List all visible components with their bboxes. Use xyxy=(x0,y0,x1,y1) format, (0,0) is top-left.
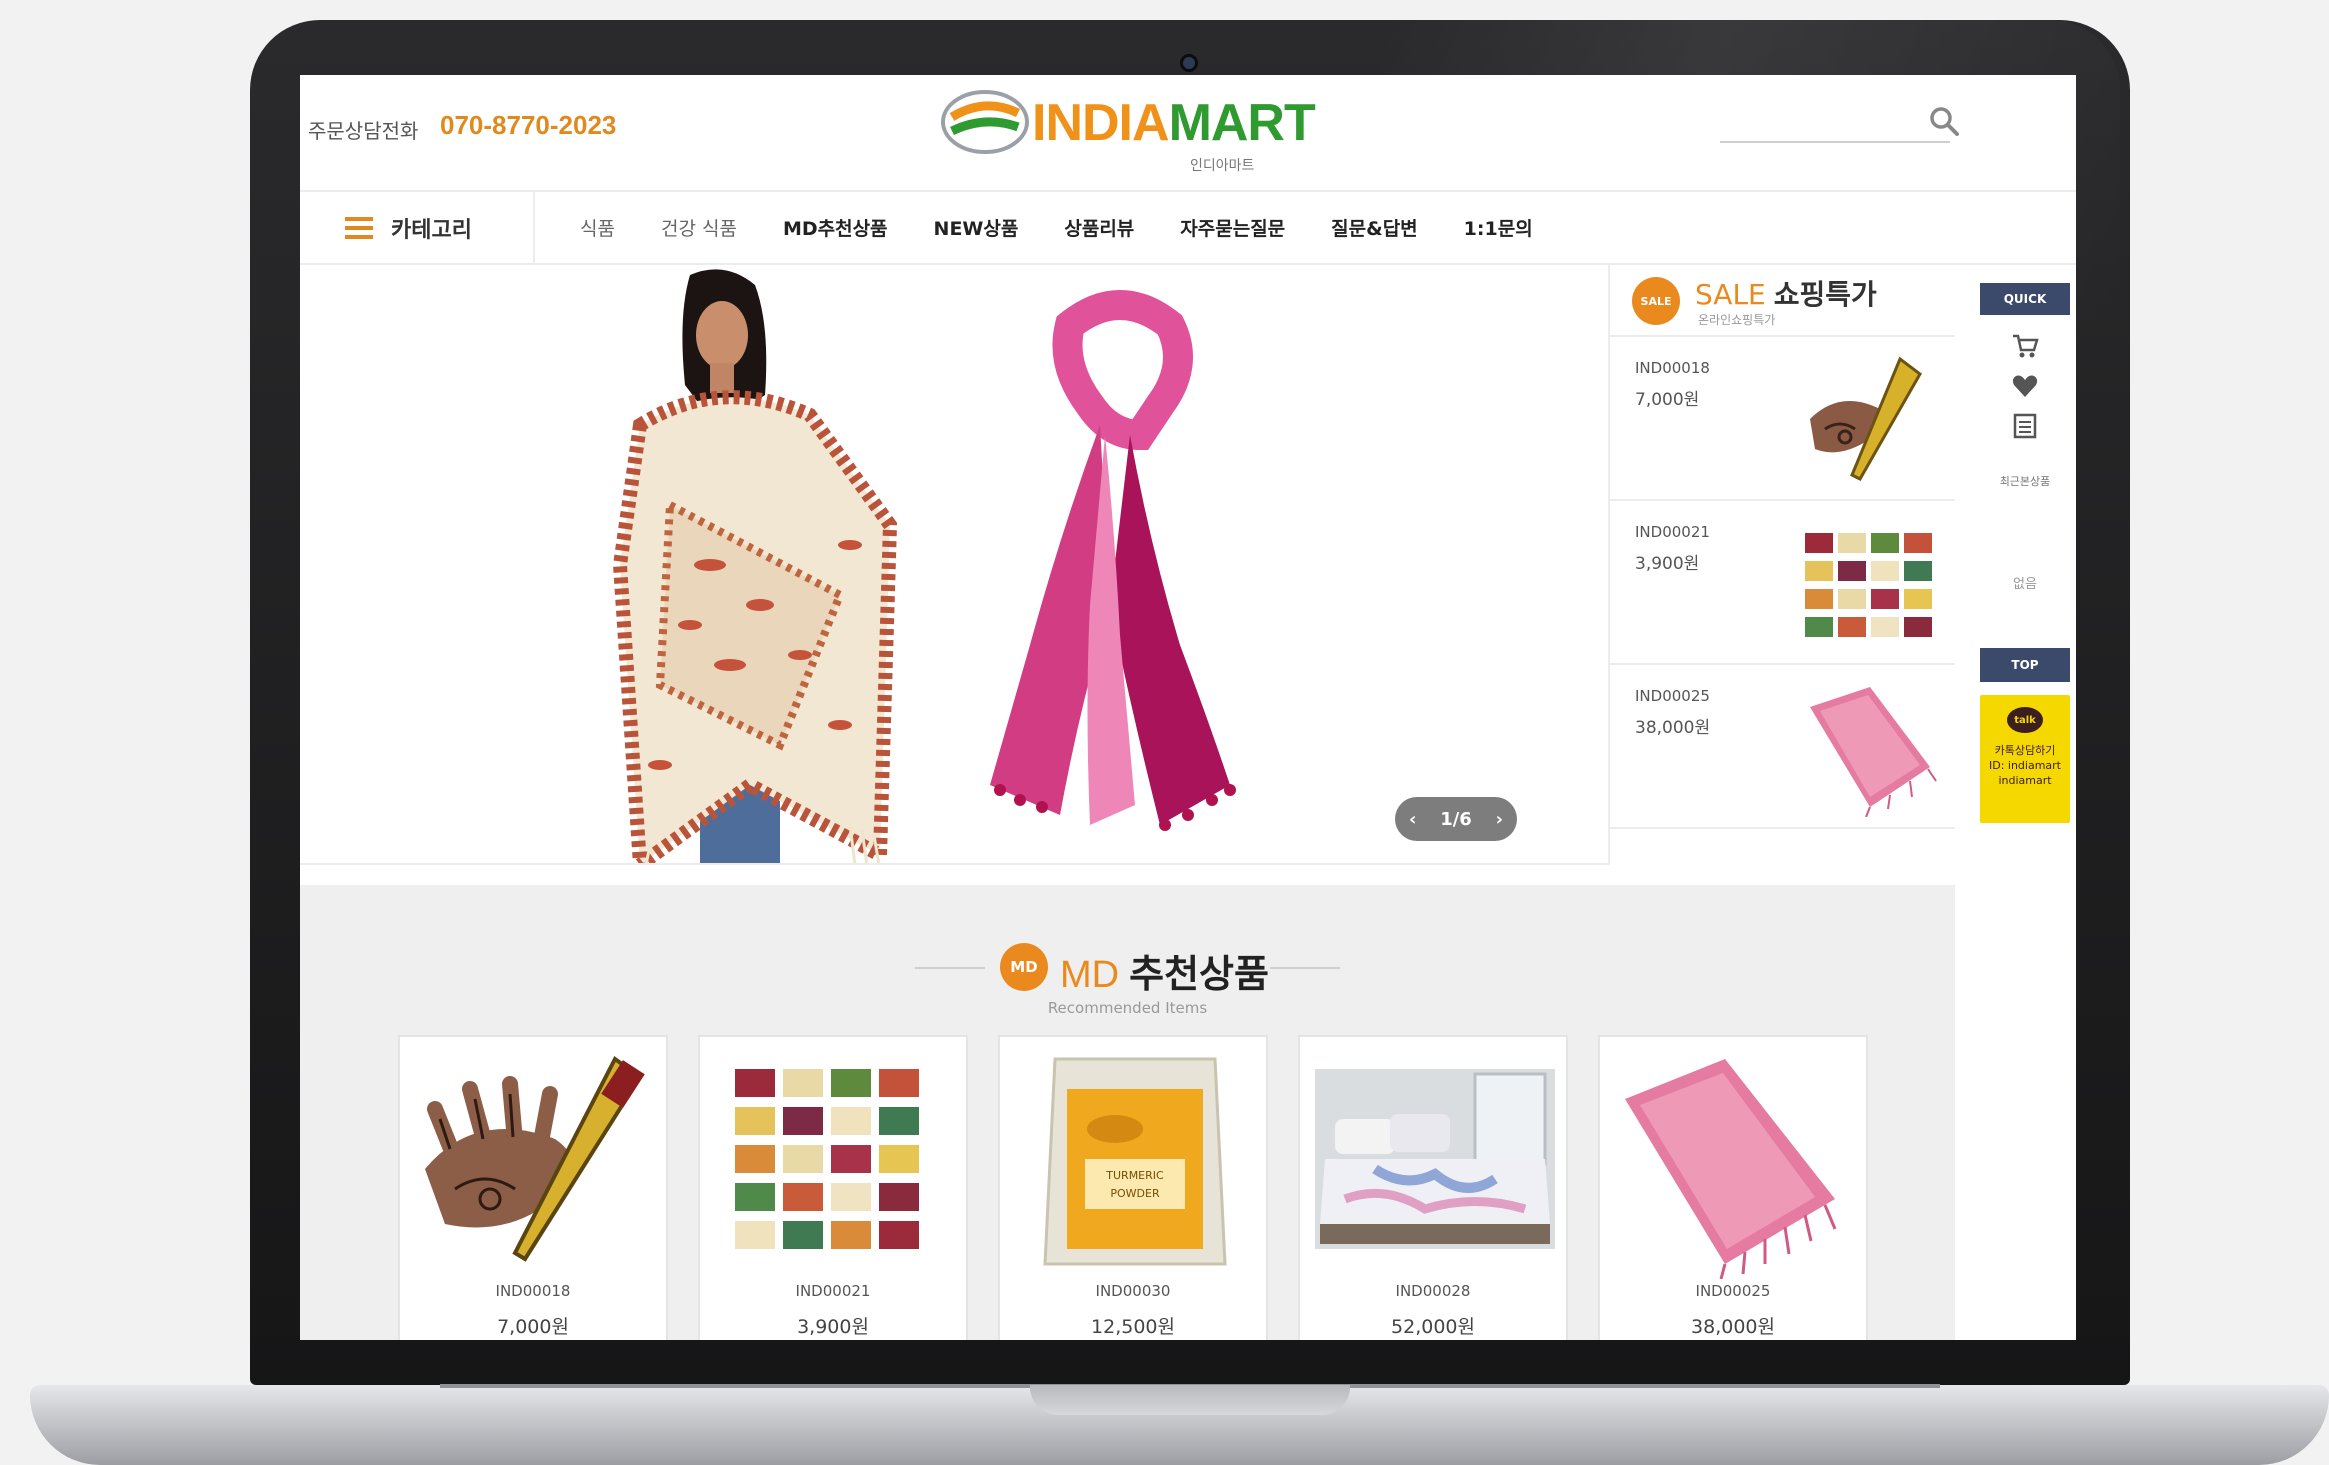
nav-item-qna[interactable]: 질문&답변 xyxy=(1331,214,1418,241)
sale-item[interactable]: IND00021 3,900원 xyxy=(1610,503,1955,665)
phone-number[interactable]: 070-8770-2023 xyxy=(440,110,616,141)
nav-item-inquiry[interactable]: 1:1문의 xyxy=(1464,214,1533,241)
hamburger-icon xyxy=(345,216,373,239)
turmeric-powder-icon: TURMERIC POWDER xyxy=(1043,1057,1227,1266)
shawl-model-image xyxy=(612,269,898,863)
product-card[interactable]: IND00025 38,000원 xyxy=(1598,1035,1868,1340)
sale-title-en: SALE xyxy=(1695,278,1766,311)
slider-page-indicator: 1/6 xyxy=(1440,808,1472,830)
phone-label: 주문상담전화 xyxy=(308,119,419,143)
slider-pager: ‹ 1/6 › xyxy=(1395,797,1517,841)
henna-cone-icon xyxy=(425,1056,645,1262)
md-recommend-section: MD MD 추천상품 Recommended Items IND00018 7,0… xyxy=(300,885,1955,1340)
sale-subtitle: 온라인쇼핑특가 xyxy=(1698,313,1776,327)
nav-item-food[interactable]: 식품 xyxy=(580,214,615,241)
nav-item-faq[interactable]: 자주묻는질문 xyxy=(1180,214,1285,241)
kakao-chat-button[interactable]: talk 카톡상담하기 ID: indiamart indiamart xyxy=(1980,695,2070,823)
recent-items-empty: 없음 xyxy=(2013,577,2037,592)
nav-item-health-food[interactable]: 건강 식품 xyxy=(661,214,737,241)
sale-panel: SALE SALE 쇼핑특가 온라인쇼핑특가 IND00018 7,000원 IN… xyxy=(1610,265,1955,830)
recent-items-label: 최근본상품 xyxy=(1999,475,2051,488)
soap-bars-icon xyxy=(735,1069,919,1249)
sale-badge: SALE xyxy=(1632,277,1680,325)
logo-text-mart: MART xyxy=(1168,94,1316,152)
product-card[interactable]: IND00028 52,000원 xyxy=(1298,1035,1568,1340)
product-card[interactable]: IND00021 3,900원 xyxy=(698,1035,968,1340)
quick-menu: QUICK 최근본상품 없음 TOP talk 카톡상담하기 ID: india… xyxy=(1980,283,2070,823)
search-input[interactable] xyxy=(1720,141,1950,143)
product-price: 12,500원 xyxy=(1091,1316,1175,1338)
svg-text:POWDER: POWDER xyxy=(1110,1187,1160,1200)
pink-scarf-image xyxy=(990,290,1236,831)
quick-menu-header: QUICK xyxy=(1980,283,2070,315)
nav-item-reviews[interactable]: 상품리뷰 xyxy=(1064,214,1134,241)
search-icon[interactable] xyxy=(1928,105,1960,137)
order-list-icon[interactable] xyxy=(2010,411,2040,441)
logo-emblem-icon xyxy=(941,90,1029,154)
sale-item[interactable]: IND00025 38,000원 xyxy=(1610,667,1955,829)
product-code: IND00030 xyxy=(1095,1282,1171,1300)
product-code: IND00028 xyxy=(1395,1282,1471,1300)
hero-banner[interactable]: ‹ 1/6 › xyxy=(300,265,1610,865)
scroll-top-button[interactable]: TOP xyxy=(1980,648,2070,682)
pink-shawl-icon xyxy=(1625,1059,1837,1279)
sale-item-price: 38,000원 xyxy=(1635,718,1711,738)
nav-item-md-picks[interactable]: MD추천상품 xyxy=(783,214,888,241)
product-code: IND00018 xyxy=(495,1282,571,1300)
kakao-line-3: indiamart xyxy=(1998,774,2052,787)
sale-item-price: 7,000원 xyxy=(1635,390,1700,410)
sale-item-code: IND00021 xyxy=(1635,523,1710,541)
product-code: IND00021 xyxy=(795,1282,871,1300)
title-rule-left xyxy=(915,967,985,969)
title-rule-right xyxy=(1270,967,1340,969)
main-nav: 카테고리 식품 건강 식품 MD추천상품 NEW상품 상품리뷰 자주묻는질문 질… xyxy=(300,190,2076,265)
base-notch xyxy=(1030,1385,1350,1415)
logo-text: INDIAMART xyxy=(1032,93,1316,153)
screen: 주문상담전화 070-8770-2023 INDIAMART 인디아마트 카테고… xyxy=(300,75,2076,1340)
cart-icon[interactable] xyxy=(2010,331,2040,361)
category-label: 카테고리 xyxy=(391,217,472,243)
svg-text:TURMERIC: TURMERIC xyxy=(1105,1169,1164,1182)
nav-items: 식품 건강 식품 MD추천상품 NEW상품 상품리뷰 자주묻는질문 질문&답변 … xyxy=(580,192,1579,263)
product-card[interactable]: TURMERIC POWDER IND00030 12,500원 xyxy=(998,1035,1268,1340)
md-subtitle: Recommended Items xyxy=(1047,999,1208,1017)
kakao-text: 카톡상담하기 ID: indiamart indiamart xyxy=(1984,743,2066,788)
product-price: 38,000원 xyxy=(1691,1316,1775,1338)
sale-title-ko: 쇼핑특가 xyxy=(1773,278,1877,311)
sale-item-code: IND00025 xyxy=(1635,687,1710,705)
product-price: 3,900원 xyxy=(797,1316,869,1338)
heart-icon[interactable] xyxy=(2010,371,2040,401)
kakao-line-2: ID: indiamart xyxy=(1988,759,2061,772)
slider-prev-button[interactable]: ‹ xyxy=(1409,809,1416,830)
md-badge: MD xyxy=(1000,943,1048,991)
pink-shawl-icon xyxy=(1810,687,1937,817)
category-menu-button[interactable]: 카테고리 xyxy=(300,192,535,263)
webcam xyxy=(1180,54,1198,72)
bed-cover-icon xyxy=(1315,1069,1555,1249)
soap-bars-icon xyxy=(1805,533,1932,637)
product-card[interactable]: IND00018 7,000원 xyxy=(398,1035,668,1340)
site-logo[interactable]: INDIAMART 인디아마트 xyxy=(940,85,1340,185)
nav-item-new[interactable]: NEW상품 xyxy=(934,214,1019,241)
md-title-en: MD xyxy=(1060,954,1120,996)
sale-item-price: 3,900원 xyxy=(1635,554,1700,574)
md-title-ko: 추천상품 xyxy=(1129,952,1269,996)
sale-title: SALE 쇼핑특가 xyxy=(1695,273,1877,313)
md-section-title: MD 추천상품 xyxy=(1060,943,1269,998)
product-price: 7,000원 xyxy=(497,1316,569,1338)
henna-cone-icon xyxy=(1810,356,1922,481)
logo-text-india: INDIA xyxy=(1032,94,1170,152)
kakao-talk-icon: talk xyxy=(2007,707,2043,733)
sale-item[interactable]: IND00018 7,000원 xyxy=(1610,339,1955,501)
sale-header: SALE SALE 쇼핑특가 온라인쇼핑특가 xyxy=(1610,265,1955,337)
kakao-line-1: 카톡상담하기 xyxy=(1994,744,2056,757)
logo-subtitle: 인디아마트 xyxy=(1190,158,1255,174)
slider-next-button[interactable]: › xyxy=(1496,809,1503,830)
product-code: IND00025 xyxy=(1695,1282,1771,1300)
product-grid: IND00018 7,000원 IND00021 3,900원 TURMERIC… xyxy=(398,1035,1868,1340)
sale-item-code: IND00018 xyxy=(1635,359,1710,377)
site-header: 주문상담전화 070-8770-2023 INDIAMART 인디아마트 xyxy=(300,75,2076,190)
product-price: 52,000원 xyxy=(1391,1316,1475,1338)
